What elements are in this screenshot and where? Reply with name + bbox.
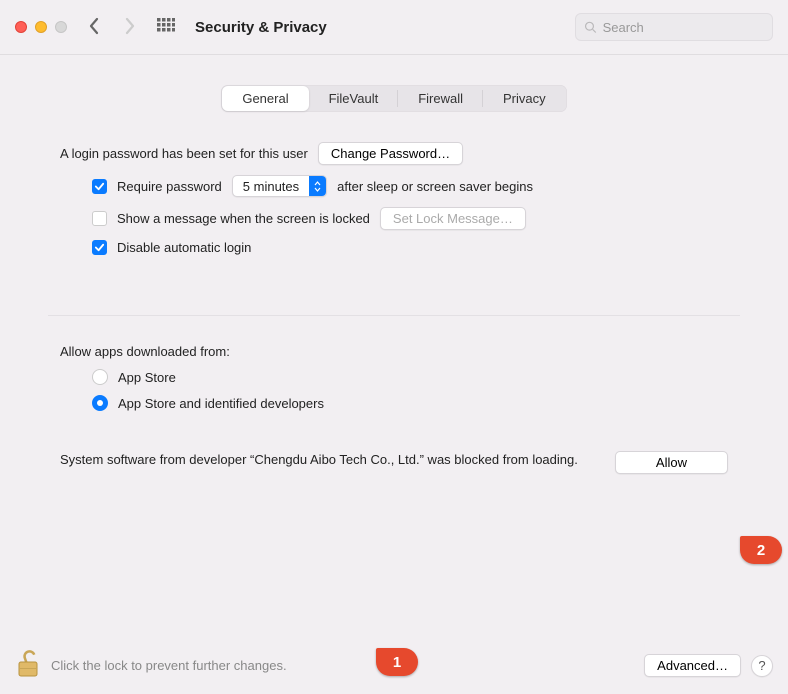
require-password-delay-select[interactable]: 5 minutes (232, 175, 327, 197)
advanced-button[interactable]: Advanced… (644, 654, 741, 677)
help-button[interactable]: ? (751, 655, 773, 677)
change-password-button[interactable]: Change Password… (318, 142, 463, 165)
forward-button (123, 16, 137, 39)
check-icon (94, 181, 105, 192)
select-value: 5 minutes (233, 179, 309, 194)
login-password-text: A login password has been set for this u… (60, 146, 308, 161)
radio-identified-developers[interactable] (92, 395, 108, 411)
show-all-icon[interactable] (157, 18, 175, 36)
annotation-marker-2: 2 (740, 536, 782, 564)
show-message-checkbox[interactable] (92, 211, 107, 226)
minimize-window[interactable] (35, 21, 47, 33)
close-window[interactable] (15, 21, 27, 33)
search-icon (584, 20, 597, 34)
lock-help-text: Click the lock to prevent further change… (51, 658, 634, 673)
disable-auto-login-checkbox[interactable] (92, 240, 107, 255)
blocked-software-text: System software from developer “Chengdu … (60, 451, 595, 469)
radio-app-store[interactable] (92, 369, 108, 385)
set-lock-message-button: Set Lock Message… (380, 207, 526, 230)
require-password-checkbox[interactable] (92, 179, 107, 194)
search-field[interactable] (575, 13, 773, 41)
allow-apps-label: Allow apps downloaded from: (60, 344, 230, 359)
require-password-label: Require password (117, 179, 222, 194)
tab-firewall[interactable]: Firewall (398, 86, 483, 111)
back-button[interactable] (87, 16, 101, 39)
allow-button[interactable]: Allow (615, 451, 728, 474)
require-password-after-text: after sleep or screen saver begins (337, 179, 533, 194)
window-traffic-lights[interactable] (15, 21, 67, 33)
window-title: Security & Privacy (195, 19, 575, 36)
tab-general[interactable]: General (222, 86, 308, 111)
check-icon (94, 242, 105, 253)
radio-app-store-label: App Store (118, 370, 176, 385)
tab-bar: General FileVault Firewall Privacy (221, 85, 566, 112)
disable-auto-login-label: Disable automatic login (117, 240, 251, 255)
select-arrows-icon (309, 176, 326, 196)
tab-privacy[interactable]: Privacy (483, 86, 566, 111)
tab-filevault[interactable]: FileVault (309, 86, 399, 111)
divider (48, 315, 740, 316)
radio-identified-label: App Store and identified developers (118, 396, 324, 411)
lock-icon[interactable] (15, 649, 41, 682)
show-message-label: Show a message when the screen is locked (117, 211, 370, 226)
zoom-window (55, 21, 67, 33)
search-input[interactable] (603, 20, 764, 35)
annotation-marker-1: 1 (376, 648, 418, 676)
